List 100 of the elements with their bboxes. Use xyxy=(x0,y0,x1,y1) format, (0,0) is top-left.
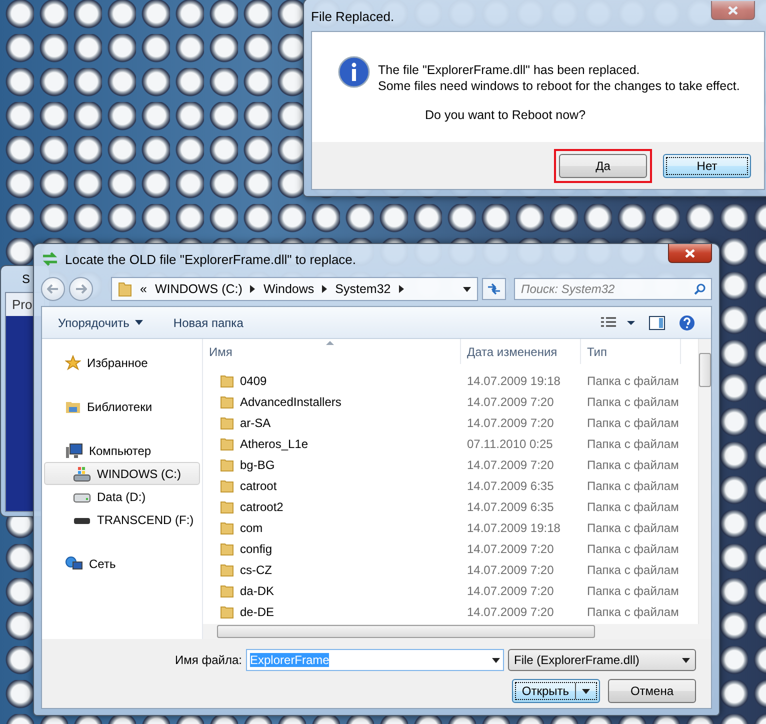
file-row[interactable]: Atheros_L1e 07.11.2010 0:25 Папка с файлам xyxy=(203,433,698,454)
breadcrumb-item[interactable]: « xyxy=(140,282,147,296)
folder-icon xyxy=(220,542,234,556)
date-cell-text: 14.07.2009 6:35 xyxy=(466,500,555,514)
chevron-icon xyxy=(398,285,404,293)
file-name: catroot xyxy=(240,478,277,492)
horizontal-scrollbar[interactable] xyxy=(203,624,711,639)
type-cell-text: Папка с файлам xyxy=(586,562,680,576)
search-field[interactable]: Поиск: System32 xyxy=(514,278,712,300)
sidebar-item[interactable]: WINDOWS (C:) xyxy=(44,462,200,485)
refresh-arrows-icon xyxy=(487,283,501,295)
date-cell-text: 14.07.2009 7:20 xyxy=(466,562,555,576)
date-cell-text: 14.07.2009 7:20 xyxy=(466,394,555,408)
breadcrumb-item[interactable]: WINDOWS (C:) xyxy=(154,282,242,296)
file-row[interactable]: ar-SA 14.07.2009 7:20 Папка с файлам xyxy=(203,412,698,433)
caret-icon xyxy=(582,688,590,694)
scrollbar-thumb[interactable] xyxy=(217,625,595,638)
file-row[interactable]: AdvancedInstallers 14.07.2009 7:20 Папка с файлам xyxy=(203,391,698,412)
preview-pane-icon[interactable] xyxy=(649,316,665,330)
file-name: config xyxy=(240,542,272,556)
date-cell-text: 07.11.2010 0:25 xyxy=(466,436,554,450)
folder-icon xyxy=(220,436,234,450)
message-text: The file "ExplorerFrame.dll" has been replaced. xyxy=(378,62,641,78)
close-icon xyxy=(728,6,738,14)
file-row[interactable]: catroot 14.07.2009 6:35 Папка с файлам xyxy=(203,475,698,496)
file-row[interactable]: de-DE 14.07.2009 7:20 Папка с файлам xyxy=(203,601,698,622)
date-cell-text: 14.07.2009 7:20 xyxy=(466,584,555,598)
close-button[interactable] xyxy=(668,244,712,263)
address-bar[interactable]: « WINDOWS (C:) Windows System32 xyxy=(111,277,478,301)
view-list-icon[interactable] xyxy=(601,316,635,328)
sidebar-item[interactable]: Избранное xyxy=(44,351,200,374)
file-row[interactable]: bg-BG 14.07.2009 7:20 Папка с файлам xyxy=(203,454,698,475)
field-label: Имя файла: xyxy=(175,653,242,667)
info-icon xyxy=(338,56,370,88)
file-name: bg-BG xyxy=(240,458,275,472)
back-button[interactable] xyxy=(41,277,65,301)
sidebar-item[interactable]: Библиотеки xyxy=(44,395,200,418)
vertical-scrollbar[interactable] xyxy=(698,339,711,624)
column-header[interactable]: Имя xyxy=(203,339,461,364)
file-name: Atheros_L1e xyxy=(240,436,308,450)
file-row[interactable]: da-DK 14.07.2009 7:20 Папка с файлам xyxy=(203,580,698,601)
type-cell-text: Папка с файлам xyxy=(586,416,680,430)
file-name: ar-SA xyxy=(240,416,271,430)
window-title: S xyxy=(21,272,32,286)
menu-button[interactable]: Упорядочить xyxy=(58,316,144,330)
type-cell-text: Папка с файлам xyxy=(586,584,680,598)
date-cell-text: 14.07.2009 7:20 xyxy=(466,416,555,430)
column-header[interactable]: Дата изменения xyxy=(461,339,581,364)
date-cell-text: 14.07.2009 19:18 xyxy=(466,374,562,388)
file-row[interactable]: catroot2 14.07.2009 6:35 Папка с файлам xyxy=(203,496,698,517)
sidebar-item[interactable]: Компьютер xyxy=(44,439,200,462)
open-split-button[interactable]: Открыть xyxy=(512,679,600,703)
file-row[interactable]: 0409 14.07.2009 19:18 Папка с файлам xyxy=(203,370,698,391)
folder-icon xyxy=(220,416,234,430)
back-arrow-icon xyxy=(47,284,59,294)
scrollbar-thumb[interactable] xyxy=(699,353,711,387)
folder-icon xyxy=(220,458,234,472)
type-cell-text: Папка с файлам xyxy=(586,436,680,450)
type-cell-text: Папка с файлам xyxy=(586,478,680,492)
dropdown-caret-icon xyxy=(492,658,500,662)
message-text: Some files need windows to reboot for the changes to take effect. xyxy=(378,78,740,94)
folder-icon xyxy=(220,374,234,388)
type-cell-text: Папка с файлам xyxy=(586,458,680,472)
toolbar-button[interactable]: Новая папка xyxy=(173,316,244,330)
close-icon xyxy=(685,248,695,258)
date-cell-text: 14.07.2009 19:18 xyxy=(466,520,562,534)
file-name: cs-CZ xyxy=(240,562,272,576)
breadcrumb-item[interactable]: Windows xyxy=(263,282,314,296)
refresh-button[interactable] xyxy=(482,278,506,300)
window-title: File Replaced. xyxy=(311,8,394,24)
drive-icon xyxy=(73,466,91,482)
file-name: catroot2 xyxy=(240,500,284,514)
star-icon xyxy=(65,354,81,370)
sidebar-item[interactable]: Сеть xyxy=(44,552,200,575)
sidebar-item[interactable]: TRANSCEND (F:) xyxy=(44,508,200,531)
dialog-button[interactable]: Да xyxy=(559,154,647,178)
forward-button[interactable] xyxy=(69,277,93,301)
chevron-icon xyxy=(322,285,328,293)
dropdown-caret-icon xyxy=(463,286,471,292)
type-cell-text: Папка с файлам xyxy=(586,394,680,408)
file-name: com xyxy=(240,520,263,534)
help-icon[interactable] xyxy=(679,314,695,330)
column-header[interactable]: Тип xyxy=(581,339,681,364)
sidebar-item[interactable]: Data (D:) xyxy=(44,485,200,508)
question-text: Do you want to Reboot now? xyxy=(424,107,587,122)
dialog-button[interactable]: Нет xyxy=(663,154,751,178)
file-row[interactable]: com 14.07.2009 19:18 Папка с файлам xyxy=(203,517,698,538)
folder-icon xyxy=(220,584,234,598)
folder-icon xyxy=(220,394,234,408)
file-row[interactable]: config 14.07.2009 7:20 Папка с файлам xyxy=(203,538,698,559)
breadcrumb-item[interactable]: System32 xyxy=(335,282,391,296)
file-type-dropdown[interactable]: File (ExplorerFrame.dll) xyxy=(508,649,696,671)
type-cell-text: Папка с файлам xyxy=(586,542,680,556)
date-cell-text: 14.07.2009 6:35 xyxy=(466,478,555,492)
date-cell-text: 14.07.2009 7:20 xyxy=(466,604,555,618)
type-cell-text: Папка с файлам xyxy=(586,374,680,388)
file-row[interactable]: cs-CZ 14.07.2009 7:20 Папка с файлам xyxy=(203,559,698,580)
swap-arrows-icon xyxy=(41,252,59,266)
folder-icon xyxy=(220,500,234,514)
cancel-button[interactable]: Отмена xyxy=(608,679,696,703)
